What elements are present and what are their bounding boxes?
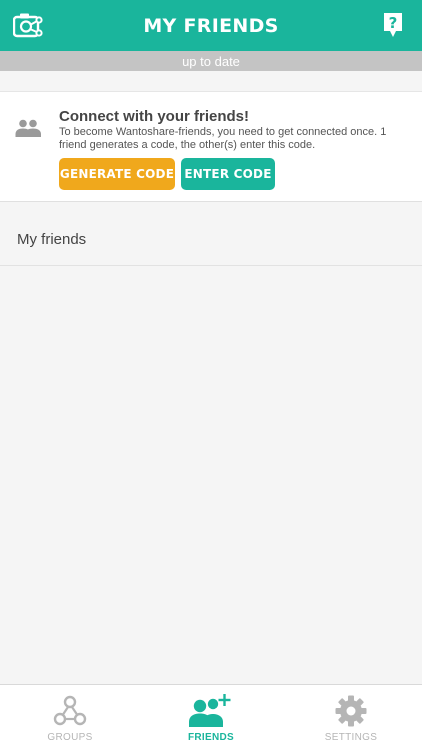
- generate-code-button[interactable]: GENERATE CODE: [59, 158, 175, 190]
- connect-card: Connect with your friends! To become Wan…: [0, 91, 422, 202]
- connect-description: To become Wantoshare-friends, you need t…: [59, 126, 387, 151]
- tab-groups-label: GROUPS: [47, 732, 93, 743]
- tab-settings-label: SETTINGS: [324, 732, 378, 743]
- camera-share-icon[interactable]: [12, 12, 45, 40]
- page-title: MY FRIENDS: [143, 14, 279, 37]
- tab-friends-label: FRIENDS: [188, 732, 234, 743]
- help-icon[interactable]: ?: [382, 12, 404, 38]
- people-icon: [15, 119, 42, 137]
- tab-friends[interactable]: FRIENDS: [141, 685, 281, 750]
- add-friend-icon: [189, 694, 231, 727]
- friends-section-title: My friends: [17, 231, 87, 248]
- groups-icon: [53, 695, 87, 726]
- enter-code-button[interactable]: ENTER CODE: [181, 158, 275, 190]
- svg-text:?: ?: [389, 14, 398, 32]
- friends-section-header: My friends: [0, 215, 422, 266]
- tab-groups[interactable]: GROUPS: [0, 685, 140, 750]
- gear-icon: [335, 695, 367, 727]
- tab-bar: GROUPS FRIENDS SETTINGS: [0, 684, 422, 750]
- sync-status-bar: up to date: [0, 51, 422, 71]
- connect-title: Connect with your friends!: [59, 108, 250, 125]
- app-header: MY FRIENDS ?: [0, 0, 422, 51]
- sync-status-text: up to date: [182, 53, 240, 69]
- tab-settings[interactable]: SETTINGS: [281, 685, 421, 750]
